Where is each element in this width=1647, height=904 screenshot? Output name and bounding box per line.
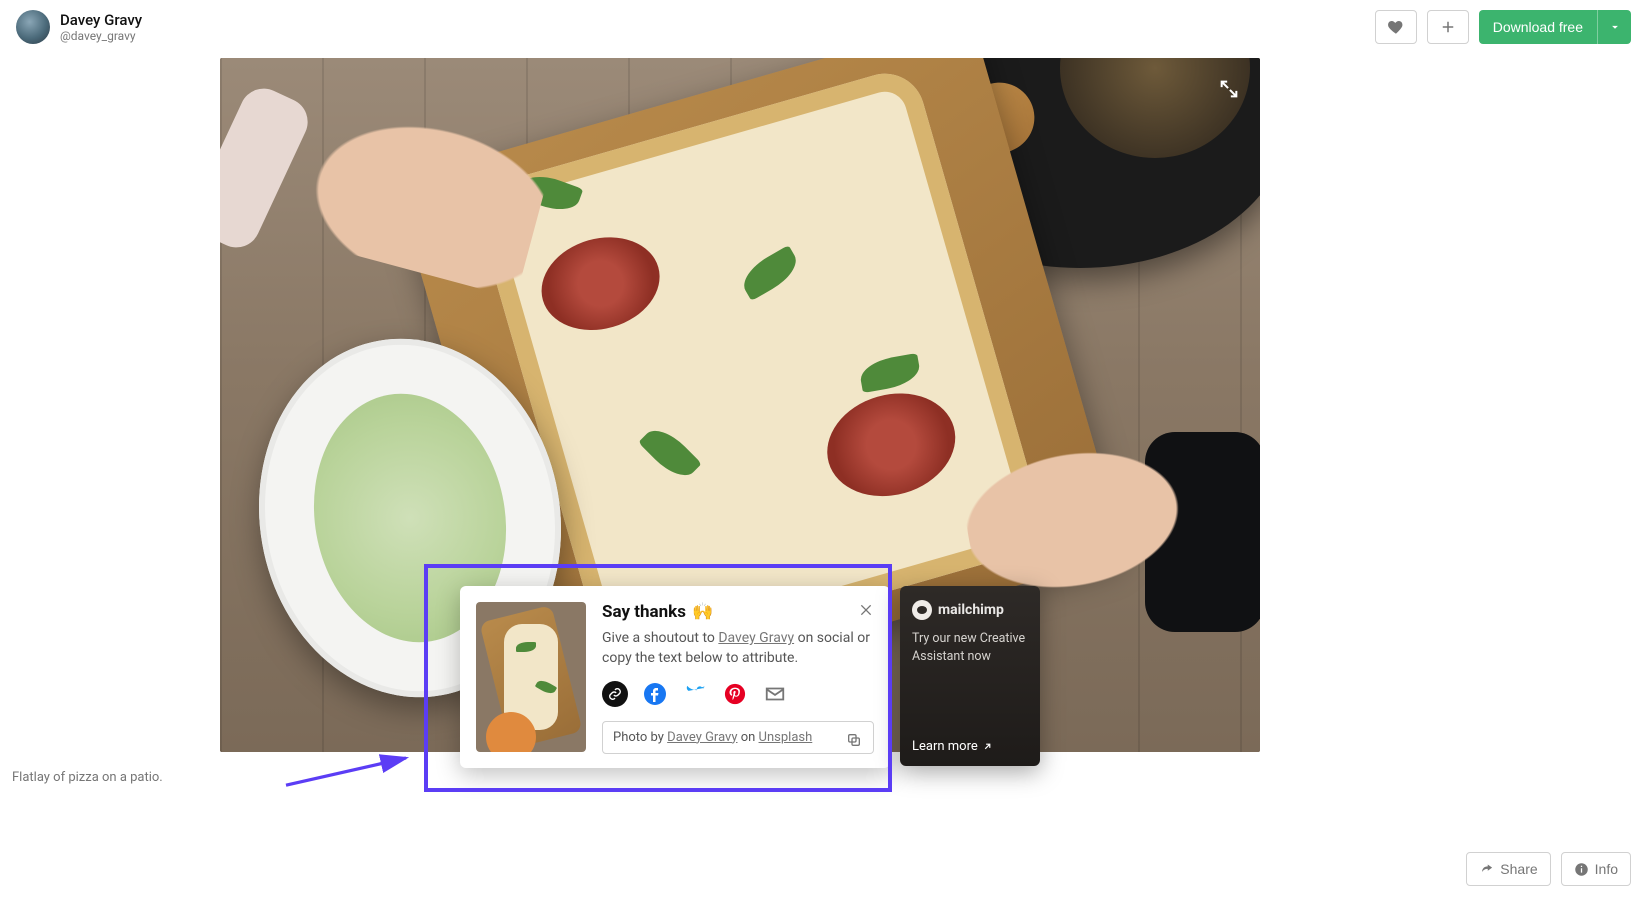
close-icon bbox=[858, 602, 874, 618]
photo-header: Davey Gravy @davey_gravy Download free bbox=[0, 0, 1647, 50]
download-options-button[interactable] bbox=[1597, 10, 1631, 44]
attribution-box: Photo by Davey Gravy on Unsplash bbox=[602, 721, 874, 754]
close-button[interactable] bbox=[854, 598, 878, 622]
chevron-down-icon bbox=[1608, 20, 1622, 34]
expand-button[interactable] bbox=[1212, 72, 1246, 106]
mailchimp-icon bbox=[912, 600, 932, 620]
pinterest-icon bbox=[724, 683, 746, 705]
download-group: Download free bbox=[1479, 10, 1631, 44]
info-icon bbox=[1574, 862, 1589, 877]
hands-emoji: 🙌 bbox=[692, 602, 713, 622]
photo-caption: Flatlay of pizza on a patio. bbox=[12, 770, 163, 785]
share-row bbox=[602, 681, 874, 707]
header-actions: Download free bbox=[1375, 10, 1631, 44]
share-pinterest-button[interactable] bbox=[722, 681, 748, 707]
copy-link-button[interactable] bbox=[602, 681, 628, 707]
attrib-site-link[interactable]: Unsplash bbox=[759, 730, 813, 745]
share-icon bbox=[1479, 862, 1494, 877]
author-handle[interactable]: @davey_gravy bbox=[60, 29, 142, 43]
author-text: Davey Gravy @davey_gravy bbox=[60, 11, 142, 43]
attrib-author-link[interactable]: Davey Gravy bbox=[667, 730, 737, 745]
share-label: Share bbox=[1500, 861, 1537, 877]
thanks-body: Say thanks 🙌 Give a shoutout to Davey Gr… bbox=[602, 602, 874, 754]
like-button[interactable] bbox=[1375, 10, 1417, 44]
copy-icon bbox=[846, 732, 862, 748]
avatar[interactable] bbox=[16, 10, 50, 44]
twitter-icon bbox=[683, 682, 707, 706]
promo-card[interactable]: mailchimp Try our new Creative Assistant… bbox=[900, 586, 1040, 766]
annotation-arrow bbox=[270, 750, 430, 790]
copy-attribution-button[interactable] bbox=[839, 726, 869, 754]
arrow-up-right-icon bbox=[982, 741, 993, 752]
download-button[interactable]: Download free bbox=[1479, 10, 1597, 44]
author-block[interactable]: Davey Gravy @davey_gravy bbox=[16, 10, 142, 44]
say-thanks-card: Say thanks 🙌 Give a shoutout to Davey Gr… bbox=[460, 586, 890, 768]
thanks-author-link[interactable]: Davey Gravy bbox=[718, 630, 794, 646]
promo-logo: mailchimp bbox=[912, 600, 1028, 620]
thanks-title: Say thanks 🙌 bbox=[602, 602, 874, 622]
share-button[interactable]: Share bbox=[1466, 852, 1550, 886]
author-name[interactable]: Davey Gravy bbox=[60, 11, 142, 29]
add-to-collection-button[interactable] bbox=[1427, 10, 1469, 44]
heart-icon bbox=[1387, 18, 1405, 36]
expand-icon bbox=[1218, 78, 1240, 100]
link-icon bbox=[608, 687, 622, 701]
info-button[interactable]: Info bbox=[1561, 852, 1631, 886]
share-twitter-button[interactable] bbox=[682, 681, 708, 707]
thanks-description: Give a shoutout to Davey Gravy on social… bbox=[602, 628, 874, 669]
info-label: Info bbox=[1595, 861, 1618, 877]
email-icon bbox=[764, 683, 786, 705]
facebook-icon bbox=[643, 682, 667, 706]
plus-icon bbox=[1439, 18, 1457, 36]
share-facebook-button[interactable] bbox=[642, 681, 668, 707]
promo-text: Try our new Creative Assistant now bbox=[912, 630, 1028, 665]
promo-cta[interactable]: Learn more bbox=[912, 739, 1028, 754]
share-email-button[interactable] bbox=[762, 681, 788, 707]
footer-actions: Share Info bbox=[1466, 852, 1631, 886]
thanks-thumbnail bbox=[476, 602, 586, 752]
